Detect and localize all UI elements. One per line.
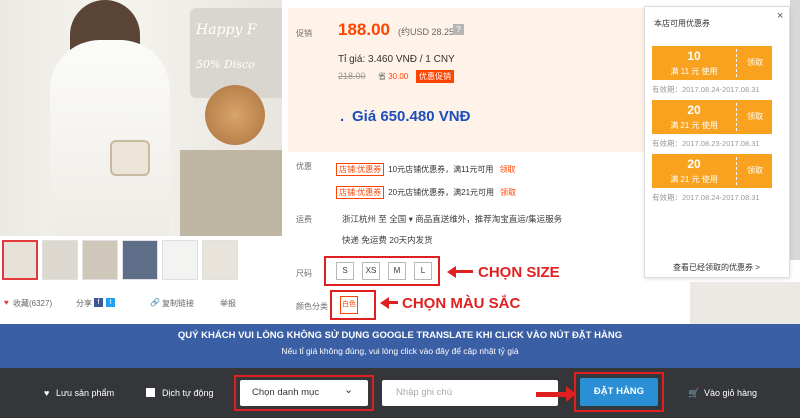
size-option-m[interactable]: M <box>388 262 406 280</box>
shipping-line-1[interactable]: 浙江杭州 至 全国 ▾ 商品直送维外，推荐淘宝直运/集运服务 <box>342 213 562 225</box>
chevron-down-icon: ⌄ <box>344 384 354 396</box>
old-price: 218.00 <box>338 71 366 81</box>
note-input-placeholder: Nhập ghi chú <box>396 387 452 398</box>
link-icon: 🔗 <box>150 298 160 307</box>
right-side-strip <box>790 0 800 260</box>
size-option-l[interactable]: L <box>414 262 432 280</box>
view-claimed-coupons-link[interactable]: 查看已经领取的优惠券 > <box>673 262 760 273</box>
sign-line-2: 50% Disco <box>196 58 255 71</box>
handbag <box>110 140 150 176</box>
sign-line-1: Happy F <box>196 22 257 38</box>
shipping-line-2: 快递 免运费 20天内发货 <box>342 235 433 245</box>
place-order-button[interactable]: ĐẶT HÀNG <box>580 378 658 406</box>
bullet: . <box>340 108 345 125</box>
coupon-condition: 满 11 元 使用 <box>670 67 718 76</box>
share-label: 分享 <box>76 299 92 308</box>
color-label: 颜色分类 <box>296 302 328 311</box>
heart-icon: ♥ <box>44 388 50 398</box>
category-select-value: Chọn danh mục <box>252 387 320 398</box>
auto-translate-label: Dịch tự động <box>162 388 214 398</box>
price-usd: (约USD 28.25 <box>398 27 455 37</box>
coupon-card[interactable]: 10 满 11 元 使用 领取 <box>652 46 772 80</box>
notice-warning: QUÝ KHÁCH VUI LÒNG KHÔNG SỬ DỤNG GOOGLE … <box>177 330 623 341</box>
coupon-separator <box>736 49 737 77</box>
price-label: 促销 <box>296 29 312 38</box>
table-decor <box>180 150 282 236</box>
favorite-count[interactable]: 收藏(6327) <box>13 298 52 309</box>
claim-link[interactable]: 领取 <box>500 188 516 197</box>
color-option-white[interactable]: 白色 <box>340 296 358 314</box>
report-link[interactable]: 举报 <box>220 298 236 309</box>
question-icon[interactable]: ? <box>453 24 464 35</box>
model-dress <box>50 40 170 236</box>
thumbnail-4[interactable] <box>122 240 158 280</box>
facebook-icon[interactable]: f <box>94 298 103 307</box>
coupon-card[interactable]: 20 满 21 元 使用 领取 <box>652 100 772 134</box>
order-arrow-line <box>536 392 568 397</box>
size-option-s[interactable]: S <box>336 262 354 280</box>
heart-icon[interactable]: ♥ <box>4 298 9 307</box>
coupon-claim-button[interactable]: 领取 <box>738 57 772 68</box>
size-option-xs[interactable]: XS <box>362 262 380 280</box>
twitter-icon[interactable]: t <box>106 298 115 307</box>
size-arrow-line <box>455 270 473 273</box>
size-label: 尺码 <box>296 269 312 278</box>
coupon-amount: 20 <box>687 103 701 117</box>
thumbnail-1[interactable] <box>2 240 38 280</box>
coupon-claim-button[interactable]: 领取 <box>738 111 772 122</box>
coupon-condition: 满 21 元 使用 <box>670 175 718 184</box>
coupon-amount: 10 <box>687 49 701 63</box>
coupon-separator <box>736 103 737 131</box>
coupon-amount: 20 <box>687 157 701 171</box>
coupon-separator <box>736 157 737 185</box>
coupon-popup-title: 本店可用优惠券 <box>654 19 710 28</box>
discount-line-1: 店铺:优惠券 10元店铺优惠券，满11元可用 领取 <box>336 163 515 176</box>
discount-line-2: 店铺:优惠券 20元店铺优惠券，满21元可用 领取 <box>336 186 516 199</box>
cake-decor <box>205 85 265 145</box>
shipping-label: 运费 <box>296 215 312 224</box>
thumbnail-strip <box>0 240 282 282</box>
price-value: 188.00 <box>338 20 390 39</box>
thumbnail-2[interactable] <box>42 240 78 280</box>
coupon-claim-button[interactable]: 领取 <box>738 165 772 176</box>
product-actions: ♥ 收藏(6327) 分享 f t 🔗 复制链接 举报 <box>0 296 282 312</box>
notice-rate-update[interactable]: Nếu tỉ giá không đúng, vui lòng click và… <box>0 346 800 356</box>
side-product-image[interactable] <box>690 282 800 324</box>
coupon-condition: 满 21 元 使用 <box>670 121 718 130</box>
close-icon[interactable]: × <box>777 10 783 22</box>
discount-tag: 店铺:优惠券 <box>336 163 385 176</box>
save-amount: 省 30.00 <box>378 72 409 81</box>
thumbnail-5[interactable] <box>162 240 198 280</box>
coupon-validity: 有效期：2017.08.24-2017.08.31 <box>652 85 760 94</box>
cart-icon: 🛒 <box>688 388 700 398</box>
claim-link[interactable]: 领取 <box>499 165 515 174</box>
color-annotation: CHỌN MÀU SẮC <box>402 295 521 312</box>
discount-label: 优惠 <box>296 162 312 171</box>
coupon-validity: 有效期：2017.08.24-2017.08.31 <box>652 193 760 202</box>
promo-tag: 优惠促销 <box>416 70 454 83</box>
copy-link[interactable]: 复制链接 <box>162 298 194 309</box>
thumbnail-3[interactable] <box>82 240 118 280</box>
vnd-price: Giá 650.480 VNĐ <box>352 108 471 125</box>
color-arrow-line <box>388 301 398 304</box>
coupon-card[interactable]: 20 满 21 元 使用 领取 <box>652 154 772 188</box>
save-product-button[interactable]: Lưu sản phẩm <box>56 388 114 398</box>
size-annotation: CHỌN SIZE <box>478 264 560 281</box>
exchange-rate: Tỉ giá: 3.460 VNĐ / 1 CNY <box>338 54 455 65</box>
coupon-validity: 有效期：2017.08.23-2017.08.31 <box>652 139 760 148</box>
discount-tag: 店铺:优惠券 <box>336 186 385 199</box>
auto-translate-checkbox[interactable] <box>146 388 155 397</box>
thumbnail-6[interactable] <box>202 240 238 280</box>
add-to-cart-button[interactable]: Vào giỏ hàng <box>704 388 757 398</box>
